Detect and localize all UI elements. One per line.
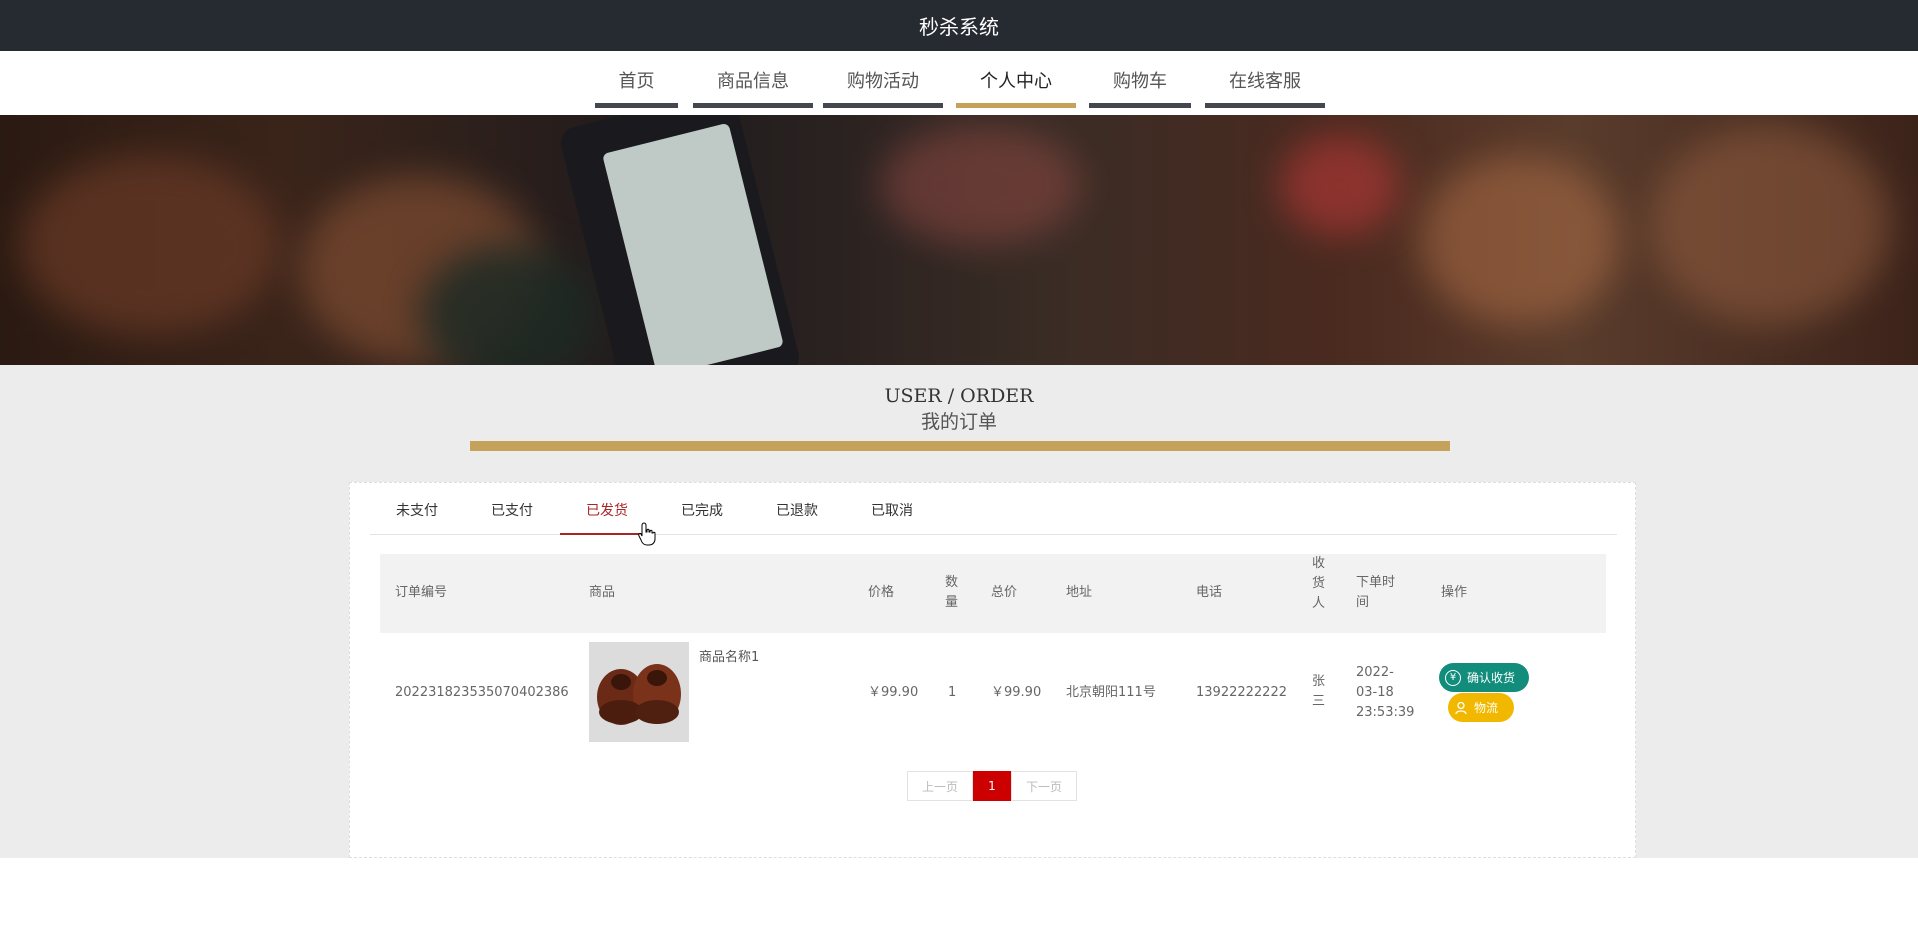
receiver-value-1: 张 (1312, 674, 1326, 689)
time-value-2: 03-18 (1356, 685, 1394, 700)
col-receiver-3: 人 (1312, 596, 1326, 611)
col-total: 总价 (991, 585, 1018, 600)
product-image (589, 642, 689, 742)
main-nav: 首页 商品信息 购物活动 个人中心 购物车 在线客服 (0, 51, 1918, 115)
order-table: 订单编号 商品 价格 数 量 总价 地址 电话 收 货 人 下单时 间 操作 2… (380, 554, 1606, 753)
col-phone: 电话 (1196, 585, 1223, 600)
col-product: 商品 (589, 585, 616, 600)
phone-value: 13922222222 (1196, 685, 1287, 700)
nav-activities[interactable]: 购物活动 (823, 66, 943, 108)
shoe-image (589, 642, 689, 742)
page-1-button[interactable]: 1 (973, 771, 1011, 801)
tab-refunded[interactable]: 已退款 (767, 500, 827, 535)
order-panel: 未支付 已支付 已发货 已完成 已退款 已取消 订单编号 商品 价格 数 量 总… (349, 482, 1636, 858)
price-value: ￥99.90 (868, 685, 919, 700)
receiver-value-2: 三 (1312, 694, 1326, 709)
app-header: 秒杀系统 (0, 0, 1918, 51)
product-name[interactable]: 商品名称1 (699, 648, 759, 667)
col-time-2: 间 (1356, 595, 1370, 610)
confirm-receipt-button[interactable]: ¥ 确认收货 (1439, 663, 1529, 692)
col-receiver-2: 货 (1312, 576, 1326, 591)
nav-cart[interactable]: 购物车 (1089, 66, 1191, 108)
order-number: 202231823535070402386 (395, 685, 569, 700)
time-value-1: 2022- (1356, 665, 1394, 680)
address-value: 北京朝阳111号 (1066, 685, 1156, 700)
confirm-receipt-label: 确认收货 (1467, 671, 1516, 685)
next-page-button[interactable]: 下一页 (1011, 771, 1077, 801)
pagination: 上一页 1 下一页 (907, 771, 1077, 801)
qty-value: 1 (948, 685, 957, 700)
hero-banner (0, 115, 1918, 365)
logistics-button[interactable]: 物流 (1448, 693, 1514, 722)
order-status-tabs: 未支付 已支付 已发货 已完成 已退款 已取消 (370, 483, 1617, 535)
col-action: 操作 (1441, 585, 1468, 600)
section-title-en: USER / ORDER (884, 385, 1034, 407)
time-value-3: 23:53:39 (1356, 705, 1415, 720)
col-qty-1: 数 (945, 575, 959, 590)
col-address: 地址 (1066, 585, 1093, 600)
prev-page-button[interactable]: 上一页 (907, 771, 973, 801)
table-row: 202231823535070402386 商品名称1 ￥99.90 1 ￥99… (380, 633, 1606, 753)
tab-paid[interactable]: 已支付 (482, 500, 542, 535)
yen-icon: ¥ (1445, 669, 1461, 686)
tab-cancelled[interactable]: 已取消 (862, 500, 922, 535)
site-title: 秒杀系统 (919, 15, 999, 39)
tab-completed[interactable]: 已完成 (672, 500, 732, 535)
col-order-no: 订单编号 (395, 585, 448, 600)
col-price: 价格 (868, 585, 895, 600)
nav-home[interactable]: 首页 (595, 66, 678, 108)
total-value: ￥99.90 (991, 685, 1042, 700)
section-divider (470, 441, 1450, 451)
hand-cursor-icon (638, 522, 656, 546)
col-qty-2: 量 (945, 595, 959, 610)
section-title-cn: 我的订单 (920, 411, 997, 433)
nav-products[interactable]: 商品信息 (693, 66, 813, 108)
tab-unpaid[interactable]: 未支付 (387, 500, 447, 535)
table-header: 订单编号 商品 价格 数 量 总价 地址 电话 收 货 人 下单时 间 操作 (380, 554, 1606, 633)
nav-online-service[interactable]: 在线客服 (1205, 66, 1325, 108)
nav-user-center[interactable]: 个人中心 (956, 66, 1076, 108)
col-receiver-1: 收 (1312, 556, 1326, 571)
col-time-1: 下单时 (1356, 575, 1396, 590)
logistics-label: 物流 (1474, 701, 1499, 715)
order-section: USER / ORDER 我的订单 未支付 已支付 已发货 已完成 已退款 已取… (0, 365, 1918, 858)
user-icon (1454, 700, 1470, 716)
